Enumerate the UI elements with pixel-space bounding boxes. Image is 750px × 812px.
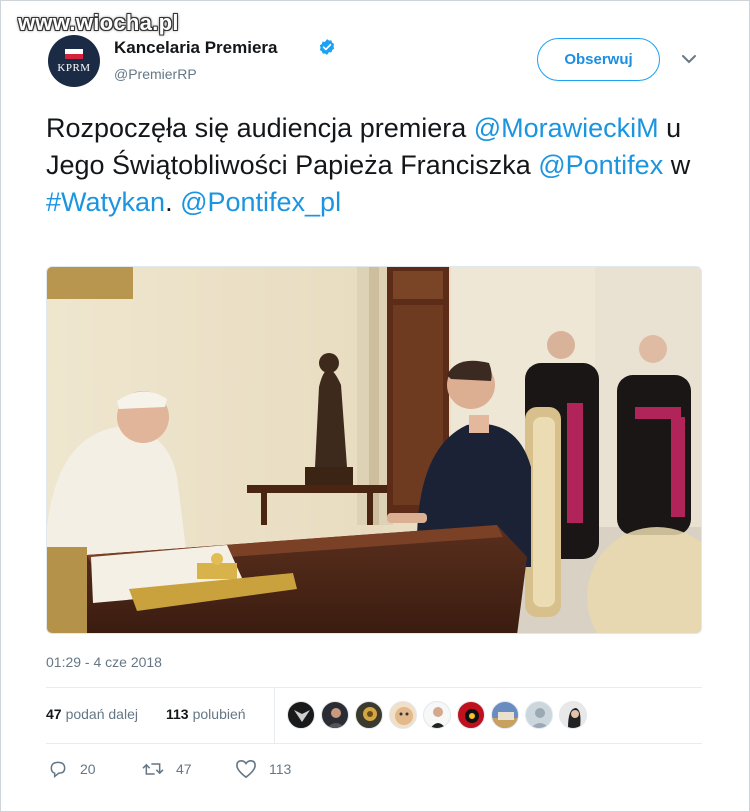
heart-icon [236, 759, 256, 779]
tweet-photo[interactable] [46, 266, 702, 634]
verified-badge-icon [319, 39, 335, 55]
liker-avatar[interactable] [491, 701, 519, 729]
like-action-count: 113 [269, 761, 292, 777]
tweet-link[interactable]: @MorawieckiM [474, 113, 659, 143]
retweet-count-stat[interactable]: 47 podań dalej [46, 706, 138, 722]
tweet-text-segment: Rozpoczęła się audiencja premiera [46, 113, 474, 143]
retweet-action-count: 47 [176, 761, 192, 777]
liker-avatar[interactable] [287, 701, 315, 729]
tweet-text-segment: . [165, 187, 181, 217]
tweet-link[interactable]: #Watykan [46, 187, 165, 217]
tweet-text-segment: w [663, 150, 691, 180]
like-count: 113 [166, 706, 189, 722]
account-avatar[interactable]: KPRM [48, 35, 100, 87]
divider [46, 743, 702, 744]
tweet-link[interactable]: @Pontifex_pl [180, 187, 341, 217]
like-action[interactable]: 113 [235, 759, 291, 779]
retweet-count-label: podań dalej [65, 706, 138, 722]
divider [274, 687, 275, 743]
likers-avatars [287, 701, 593, 729]
divider [46, 687, 702, 688]
retweet-count: 47 [46, 706, 62, 722]
chevron-down-icon[interactable] [680, 52, 698, 66]
tweet-text: Rozpoczęła się audiencja premiera @Moraw… [46, 110, 726, 221]
flag-icon [65, 48, 83, 59]
liker-avatar[interactable] [525, 701, 553, 729]
photo-illustration [47, 267, 701, 633]
like-count-label: polubień [192, 706, 246, 722]
display-name[interactable]: Kancelaria Premiera [114, 38, 278, 58]
liker-avatar[interactable] [389, 701, 417, 729]
tweet-timestamp[interactable]: 01:29 - 4 cze 2018 [46, 654, 162, 670]
avatar-label: KPRM [57, 61, 91, 74]
retweet-icon [142, 763, 164, 775]
tweet-link[interactable]: @Pontifex [538, 150, 663, 180]
liker-avatar[interactable] [559, 701, 587, 729]
account-handle[interactable]: @PremierRP [114, 66, 197, 82]
liker-avatar[interactable] [321, 701, 349, 729]
liker-avatar[interactable] [457, 701, 485, 729]
liker-avatar[interactable] [355, 701, 383, 729]
reply-action[interactable]: 20 [48, 759, 96, 779]
liker-avatar[interactable] [423, 701, 451, 729]
reply-count: 20 [80, 761, 96, 777]
follow-button[interactable]: Obserwuj [537, 38, 660, 81]
retweet-action[interactable]: 47 [142, 759, 192, 779]
like-count-stat[interactable]: 113 polubień [166, 706, 246, 722]
reply-icon [50, 761, 66, 779]
watermark: www.wiocha.pl [18, 10, 179, 35]
